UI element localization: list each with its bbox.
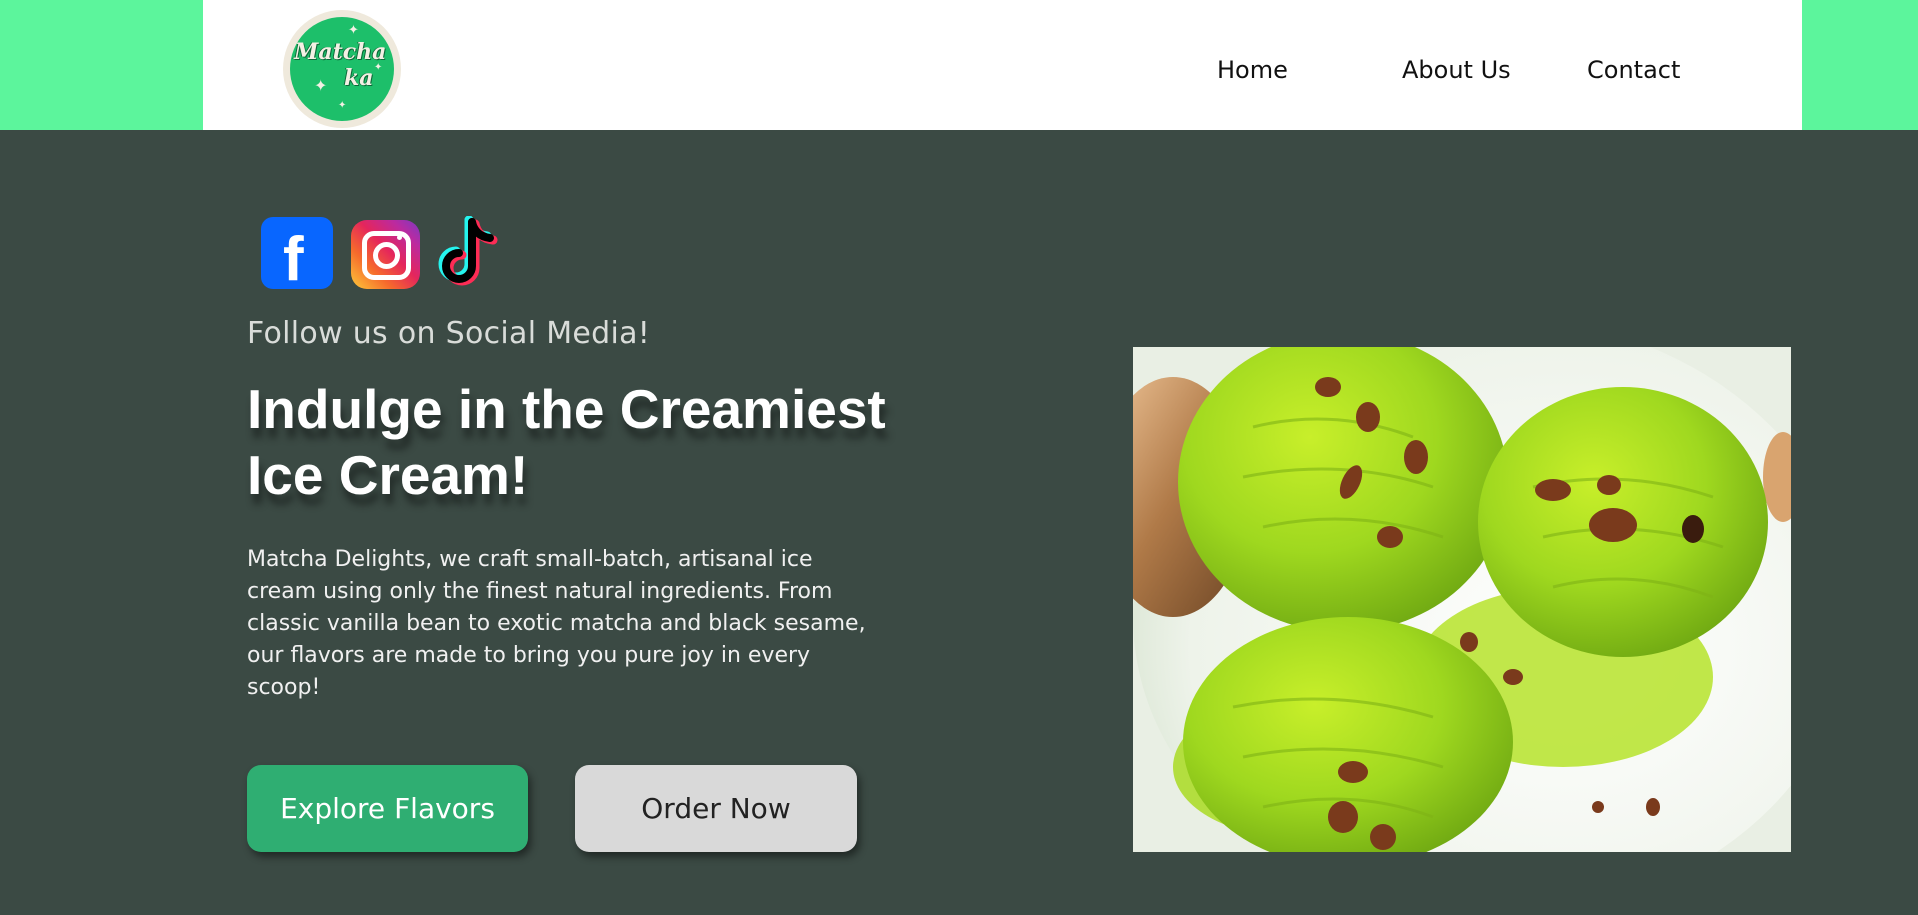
logo-line-2: ka bbox=[344, 65, 374, 91]
headline-line-2: Ice Cream! bbox=[247, 444, 529, 506]
site-header: ✦ ✦ ✦ ✦ Matcha ka Home About Us Contact bbox=[203, 0, 1802, 130]
instagram-icon[interactable] bbox=[351, 220, 420, 289]
hero-description: Matcha Delights, we craft small-batch, a… bbox=[247, 547, 866, 700]
facebook-icon[interactable]: f bbox=[261, 217, 333, 289]
nav-about-link[interactable]: About Us bbox=[1402, 56, 1511, 84]
follow-social-text: Follow us on Social Media! bbox=[247, 316, 651, 351]
sparkle-icon: ✦ bbox=[338, 100, 347, 111]
tiktok-icon[interactable] bbox=[438, 215, 502, 290]
nav-home-link[interactable]: Home bbox=[1217, 56, 1288, 84]
logo-wordmark: Matcha ka bbox=[294, 39, 394, 91]
matcha-logo[interactable]: ✦ ✦ ✦ ✦ Matcha ka bbox=[283, 10, 401, 128]
logo-line-1: Matcha bbox=[294, 39, 387, 65]
matcha-ice-cream-image bbox=[1133, 347, 1791, 852]
order-now-button[interactable]: Order Now bbox=[575, 765, 857, 852]
nav-contact-link[interactable]: Contact bbox=[1587, 56, 1680, 84]
logo-badge: ✦ ✦ ✦ ✦ Matcha ka bbox=[290, 17, 394, 121]
sparkle-icon: ✦ bbox=[348, 22, 359, 37]
explore-flavors-button[interactable]: Explore Flavors bbox=[247, 765, 528, 852]
hero-headline: Indulge in the Creamiest Ice Cream! bbox=[247, 376, 967, 508]
headline-line-1: Indulge in the Creamiest bbox=[247, 378, 886, 440]
